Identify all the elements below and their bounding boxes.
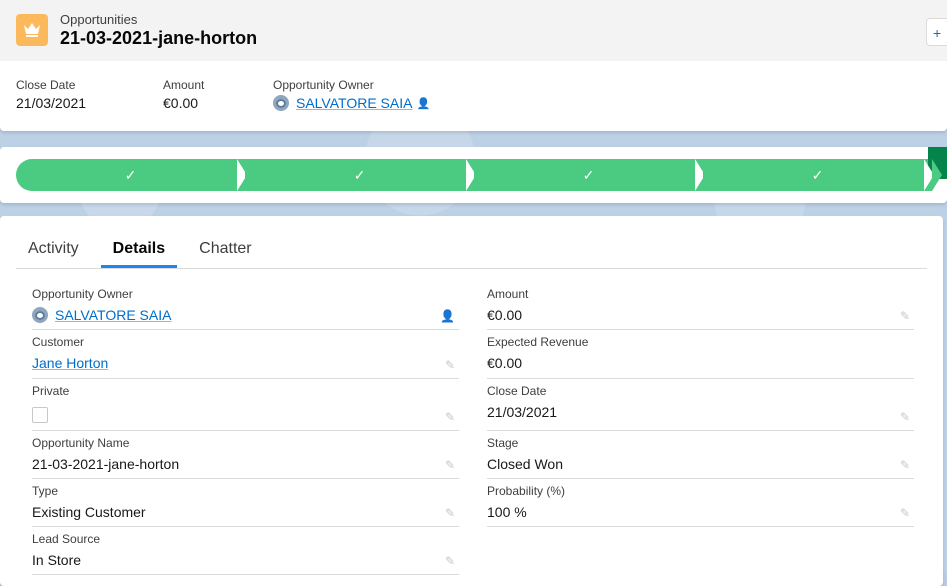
field-close-date: Close Date 21/03/2021 ✎ bbox=[487, 379, 914, 431]
sales-path: ✓ ✓ ✓ ✓ bbox=[0, 147, 947, 203]
field-lead-source: Lead Source In Store ✎ bbox=[32, 527, 459, 575]
field-private: Private ✎ bbox=[32, 379, 459, 431]
change-owner-icon[interactable]: 👤 bbox=[440, 309, 455, 323]
field-expected-revenue: Expected Revenue €0.00 bbox=[487, 330, 914, 379]
highlight-label: Amount bbox=[163, 78, 205, 92]
field-value: Existing Customer bbox=[32, 504, 146, 520]
field-value: Jane Horton bbox=[32, 355, 459, 371]
customer-link[interactable]: Jane Horton bbox=[32, 355, 108, 371]
field-value: 21-03-2021-jane-horton bbox=[32, 456, 180, 472]
details-left-column: Opportunity Owner SALVATORE SAIA 👤 Custo… bbox=[32, 282, 459, 575]
field-value: SALVATORE SAIA bbox=[32, 307, 459, 323]
edit-pencil-icon[interactable]: ✎ bbox=[445, 458, 455, 472]
field-opportunity-owner: Opportunity Owner SALVATORE SAIA 👤 bbox=[32, 282, 459, 330]
field-label: Private bbox=[32, 384, 70, 398]
tab-activity[interactable]: Activity bbox=[16, 232, 91, 267]
highlight-value: 21/03/2021 bbox=[16, 95, 87, 111]
edit-pencil-icon[interactable]: ✎ bbox=[445, 554, 455, 568]
field-label: Amount bbox=[487, 287, 529, 301]
tab-details[interactable]: Details bbox=[100, 232, 178, 268]
field-value: In Store bbox=[32, 552, 82, 568]
owner-avatar bbox=[32, 307, 48, 323]
owner-avatar bbox=[273, 95, 289, 111]
object-type-label: Opportunities bbox=[60, 12, 138, 27]
highlight-value: €0.00 bbox=[163, 95, 199, 111]
field-value: 100 % bbox=[487, 504, 527, 520]
field-value: 21/03/2021 bbox=[487, 404, 558, 420]
field-label: Lead Source bbox=[32, 532, 101, 546]
owner-link[interactable]: SALVATORE SAIA bbox=[296, 95, 412, 111]
field-amount: Amount €0.00 ✎ bbox=[487, 282, 914, 330]
field-label: Stage bbox=[487, 436, 519, 450]
path-stage-2[interactable]: ✓ bbox=[245, 159, 484, 191]
path-stage-4[interactable]: ✓ bbox=[703, 159, 942, 191]
field-value: Closed Won bbox=[487, 456, 564, 472]
change-owner-icon[interactable]: 👤 bbox=[416, 97, 430, 110]
edit-pencil-icon[interactable]: ✎ bbox=[445, 358, 455, 372]
private-checkbox[interactable] bbox=[32, 407, 48, 423]
field-label: Probability (%) bbox=[487, 484, 566, 498]
field-value: €0.00 bbox=[487, 355, 523, 371]
highlight-label: Close Date bbox=[16, 78, 76, 92]
details-right-column: Amount €0.00 ✎ Expected Revenue €0.00 Cl… bbox=[487, 282, 914, 527]
opportunity-crown-icon bbox=[16, 14, 48, 46]
highlight-close-date: Close Date 21/03/2021 bbox=[16, 78, 86, 111]
field-type: Type Existing Customer ✎ bbox=[32, 479, 459, 527]
field-label: Opportunity Owner bbox=[32, 287, 133, 301]
edit-pencil-icon[interactable]: ✎ bbox=[445, 506, 455, 520]
path-stage-3[interactable]: ✓ bbox=[474, 159, 713, 191]
highlight-amount: Amount €0.00 bbox=[163, 78, 204, 111]
field-probability: Probability (%) 100 % ✎ bbox=[487, 479, 914, 527]
edit-pencil-icon[interactable]: ✎ bbox=[900, 458, 910, 472]
checkmark-icon: ✓ bbox=[353, 166, 366, 183]
edit-pencil-icon[interactable]: ✎ bbox=[445, 410, 455, 424]
field-label: Customer bbox=[32, 335, 85, 349]
checkmark-icon: ✓ bbox=[582, 166, 595, 183]
field-opportunity-name: Opportunity Name 21-03-2021-jane-horton … bbox=[32, 431, 459, 479]
field-value: €0.00 bbox=[487, 307, 523, 323]
highlight-label: Opportunity Owner bbox=[273, 78, 374, 92]
field-customer: Customer Jane Horton ✎ bbox=[32, 330, 459, 379]
field-label: Expected Revenue bbox=[487, 335, 589, 349]
checkmark-icon: ✓ bbox=[811, 166, 824, 183]
field-label: Type bbox=[32, 484, 59, 498]
field-label: Close Date bbox=[487, 384, 547, 398]
highlight-opportunity-owner: Opportunity Owner SALVATORE SAIA 👤 bbox=[273, 78, 430, 111]
highlight-owner-value: SALVATORE SAIA 👤 bbox=[273, 95, 430, 111]
field-label: Opportunity Name bbox=[32, 436, 130, 450]
field-stage: Stage Closed Won ✎ bbox=[487, 431, 914, 479]
edit-pencil-icon[interactable]: ✎ bbox=[900, 309, 910, 323]
follow-button[interactable]: + bbox=[926, 18, 947, 46]
path-stages: ✓ ✓ ✓ ✓ bbox=[16, 159, 947, 191]
record-tabs: Activity Details Chatter bbox=[16, 232, 927, 269]
field-value bbox=[32, 407, 459, 423]
edit-pencil-icon[interactable]: ✎ bbox=[900, 410, 910, 424]
record-title: 21-03-2021-jane-horton bbox=[60, 28, 258, 48]
tab-chatter[interactable]: Chatter bbox=[187, 232, 263, 267]
path-stage-1[interactable]: ✓ bbox=[16, 159, 255, 191]
owner-link[interactable]: SALVATORE SAIA bbox=[55, 307, 171, 323]
edit-pencil-icon[interactable]: ✎ bbox=[900, 506, 910, 520]
details-card: Activity Details Chatter Opportunity Own… bbox=[0, 216, 943, 586]
record-header: Opportunities 21-03-2021-jane-horton + C… bbox=[0, 0, 947, 131]
checkmark-icon: ✓ bbox=[124, 166, 137, 183]
